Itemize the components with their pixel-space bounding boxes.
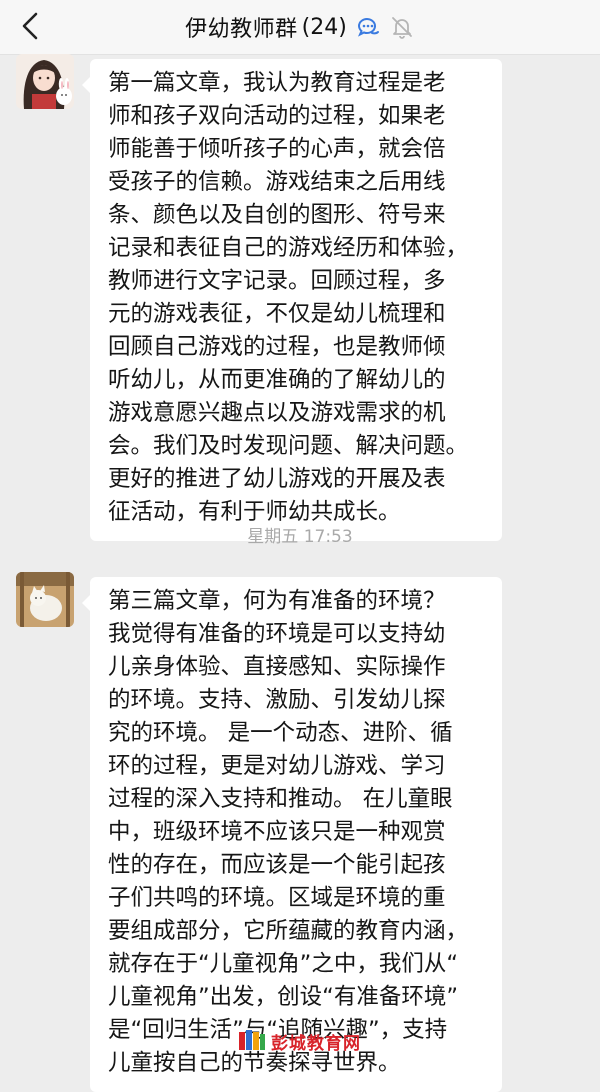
message-line: 游戏意愿兴趣点以及游戏需求的机 <box>108 400 446 426</box>
chat-title: 伊幼教师群 <box>185 17 298 42</box>
chat-bubbles-icon <box>355 14 381 40</box>
book-logo-icon <box>239 1030 265 1050</box>
message-line: 记录和表征自己的游戏经历和体验， <box>108 235 469 261</box>
message-bubble[interactable]: 第三篇文章，何为有准备的环境？ 我觉得有准备的环境是可以支持幼 儿亲身体验、直接… <box>82 577 502 1092</box>
message-line: 第三篇文章，何为有准备的环境？ <box>108 588 446 614</box>
message-line: 师和孩子双向活动的过程，如果老 <box>108 103 446 129</box>
message-line: 子们共鸣的环境。区域是环境的重 <box>108 885 446 911</box>
message-line: 要组成部分，它所蕴藏的教育内涵， <box>108 918 469 944</box>
avatar[interactable] <box>16 54 74 109</box>
message-line: 第一篇文章，我认为教育过程是老 <box>108 70 446 96</box>
message-line: 儿童视角”出发，创设“有准备环境” <box>108 984 458 1010</box>
timestamp: 星期五 17:53 <box>247 527 353 547</box>
chat-header: 伊幼教师群 (24) <box>0 0 600 55</box>
message-line: 受孩子的信赖。游戏结束之后用线 <box>108 169 446 195</box>
message-line: 过程的深入支持和推动。 在儿童眼 <box>108 786 453 812</box>
member-count: (24) <box>301 14 347 40</box>
message-line: 条、颜色以及自创的图形、符号来 <box>108 202 446 228</box>
avatar[interactable] <box>16 572 74 627</box>
message-line: 我觉得有准备的环境是可以支持幼 <box>108 621 446 647</box>
message-line: 回顾自己游戏的过程，也是教师倾 <box>108 334 446 360</box>
message-bubble[interactable]: 第一篇文章，我认为教育过程是老 师和孩子双向活动的过程，如果老 师能善于倾听孩子… <box>82 59 502 541</box>
watermark-text: 彭城教育网 <box>271 1033 361 1054</box>
message-line: 中，班级环境不应该只是一种观赏 <box>108 819 446 845</box>
message-line: 听幼儿，从而更准确的了解幼儿的 <box>108 367 446 393</box>
message-line: 儿亲身体验、直接感知、实际操作 <box>108 654 446 680</box>
site-watermark: 彭城教育网 <box>237 1027 361 1055</box>
message-line: 的环境。支持、激励、引发幼儿探 <box>108 687 446 713</box>
message-line: 究的环境。 是一个动态、进阶、循 <box>108 720 453 746</box>
message-line: 师能善于倾听孩子的心声，就会倍 <box>108 136 446 162</box>
message-line: 元的游戏表征，不仅是幼儿梳理和 <box>108 301 446 327</box>
bell-muted-icon <box>389 14 415 40</box>
message-line: 性的存在，而应该是一个能引起孩 <box>108 852 446 878</box>
message-line: 环的过程，更是对幼儿游戏、学习 <box>108 753 446 779</box>
message-line: 就存在于“儿童视角”之中，我们从“ <box>108 951 458 977</box>
message-line: 教师进行文字记录。回顾过程，多 <box>108 268 446 294</box>
message-line: 会。我们及时发现问题、解决问题。 <box>108 433 469 459</box>
message-line: 更好的推进了幼儿游戏的开展及表 <box>108 466 446 492</box>
